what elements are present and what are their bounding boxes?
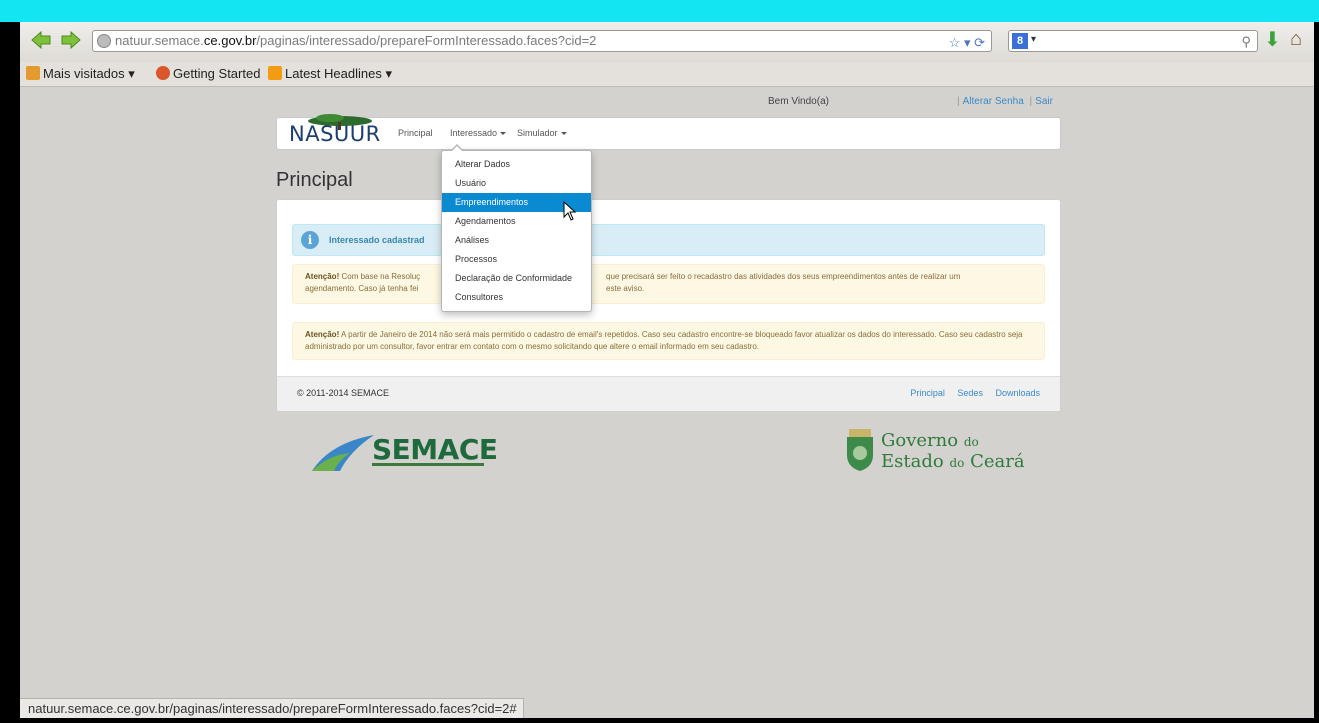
main-panel: i Interessado cadastrad Atenção! Com bas… bbox=[276, 199, 1061, 412]
chevron-down-icon[interactable]: ▾ bbox=[1031, 34, 1036, 45]
semace-emblem-icon bbox=[312, 435, 374, 471]
panel-footer: © 2011-2014 SEMACE Principal Sedes Downl… bbox=[277, 376, 1060, 411]
search-box[interactable]: 8 ▾ ⚲ bbox=[1008, 30, 1258, 52]
url-bar-actions[interactable]: ☆ ▾ ⟳ bbox=[949, 33, 985, 51]
caret-down-icon bbox=[560, 132, 567, 135]
browser-toolbar: natuur.semace.ce.gov.br/paginas/interess… bbox=[20, 22, 1314, 63]
info-alert: i Interessado cadastrad bbox=[292, 224, 1045, 256]
menu-item-analises[interactable]: Análises bbox=[442, 231, 591, 250]
governo-ceara-logo: Governo do Estado do Ceará bbox=[845, 427, 1045, 483]
browser-window: natuur.semace.ce.gov.br/paginas/interess… bbox=[20, 22, 1314, 718]
governo-text: Governo do Estado do Ceará bbox=[881, 430, 1025, 472]
bookmarks-bar: Mais visitados ▾ Getting Started Latest … bbox=[20, 62, 1314, 87]
download-icon[interactable]: ⬇ bbox=[1264, 30, 1281, 50]
menu-item-alterar-dados[interactable]: Alterar Dados bbox=[442, 155, 591, 174]
welcome-text: Bem Vindo(a) bbox=[768, 96, 829, 107]
semace-logo: SEMACE bbox=[310, 427, 498, 483]
desktop-top-bar bbox=[0, 0, 1319, 22]
interessado-dropdown-menu: Alterar Dados Usuário Empreendimentos Ag… bbox=[441, 144, 592, 312]
rss-feed-icon bbox=[268, 66, 282, 80]
menu-item-declaracao-conformidade[interactable]: Declaração de Conformidade bbox=[442, 269, 591, 288]
menu-item-consultores[interactable]: Consultores bbox=[442, 288, 591, 307]
logout-link[interactable]: Sair bbox=[1035, 96, 1053, 107]
menu-item-usuario[interactable]: Usuário bbox=[442, 174, 591, 193]
bookmark-most-visited[interactable]: Mais visitados ▾ bbox=[26, 62, 135, 86]
footer-links: Principal Sedes Downloads bbox=[900, 388, 1040, 398]
site-identity-icon[interactable] bbox=[97, 34, 111, 48]
status-bar: natuur.semace.ce.gov.br/paginas/interess… bbox=[20, 698, 524, 718]
state-coat-of-arms-icon bbox=[847, 429, 873, 471]
footer-link-principal[interactable]: Principal bbox=[910, 388, 945, 398]
web-page: Bem Vindo(a) | Alterar Senha | Sair NASUUR… bbox=[20, 87, 1314, 718]
nav-simulador[interactable]: Simulador bbox=[517, 128, 567, 138]
nav-principal[interactable]: Principal bbox=[398, 128, 433, 138]
mouse-cursor-icon bbox=[563, 201, 577, 221]
url-bar[interactable]: natuur.semace.ce.gov.br/paginas/interess… bbox=[92, 30, 992, 52]
url-host: ce.gov.br bbox=[203, 33, 257, 48]
back-arrow-icon[interactable] bbox=[30, 29, 52, 51]
app-navbar: NASUUR Principal Interessado Simulador bbox=[276, 114, 1061, 150]
firefox-icon bbox=[156, 66, 170, 80]
caret-down-icon bbox=[500, 132, 507, 135]
bookmark-latest-headlines[interactable]: Latest Headlines ▾ bbox=[268, 62, 392, 86]
account-links: | Alterar Senha | Sair bbox=[957, 96, 1053, 107]
search-icon[interactable]: ⚲ bbox=[1241, 34, 1251, 50]
footer-link-downloads[interactable]: Downloads bbox=[995, 388, 1040, 398]
menu-item-processos[interactable]: Processos bbox=[442, 250, 591, 269]
info-alert-text: Interessado cadastrad bbox=[329, 235, 425, 245]
page-title: Principal bbox=[276, 169, 353, 191]
bookmark-getting-started[interactable]: Getting Started bbox=[156, 62, 260, 86]
google-search-engine-icon[interactable]: 8 bbox=[1012, 33, 1028, 49]
url-path: /paginas/interessado/prepareFormInteress… bbox=[256, 33, 597, 48]
home-icon[interactable]: ⌂ bbox=[1290, 29, 1302, 49]
url-prefix: natuur.semace. bbox=[115, 33, 204, 48]
forward-arrow-icon[interactable] bbox=[60, 29, 82, 51]
nav-interessado[interactable]: Interessado bbox=[450, 128, 507, 138]
footer-link-sedes[interactable]: Sedes bbox=[957, 388, 983, 398]
warning-alert-email: Atenção! A partir de Janeiro de 2014 não… bbox=[292, 322, 1045, 360]
info-icon: i bbox=[301, 231, 319, 249]
brand-logo[interactable]: NASUUR bbox=[289, 114, 393, 148]
warning-alert-recadastro: Atenção! Com base na Resoluç que precisa… bbox=[292, 264, 1045, 304]
folder-icon bbox=[26, 66, 40, 80]
change-password-link[interactable]: Alterar Senha bbox=[963, 96, 1024, 107]
copyright-text: © 2011-2014 SEMACE bbox=[297, 388, 390, 398]
